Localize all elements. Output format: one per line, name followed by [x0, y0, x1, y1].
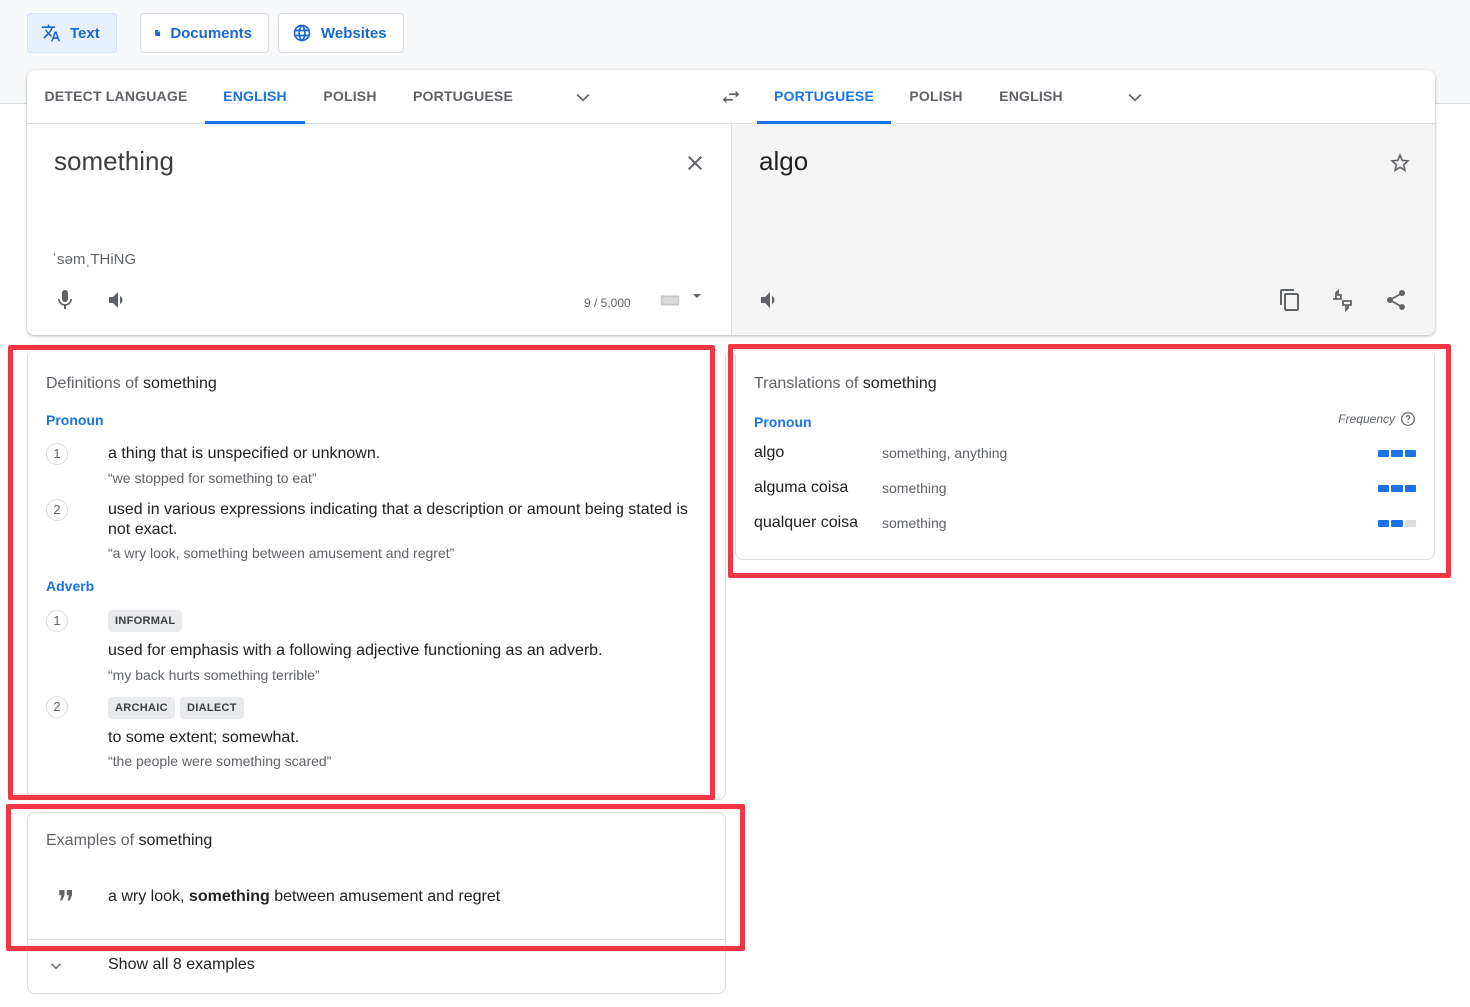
frequency-segment — [1404, 520, 1416, 527]
source-text-area[interactable]: something ˈsəmˌTHiNG 9 / 5,000 — [27, 124, 731, 335]
source-text-input[interactable]: something — [54, 146, 174, 177]
share-icon — [1387, 289, 1406, 310]
copy-translation-button[interactable] — [1278, 288, 1302, 312]
language-tabs: DETECT LANGUAGE ENGLISH POLISH PORTUGUES… — [27, 70, 1435, 124]
usage-tag-informal: INFORMAL — [108, 610, 183, 632]
frequency-bar — [1378, 485, 1416, 492]
definition-example: “my back hurts something terrible” — [108, 667, 320, 683]
frequency-bar — [1378, 520, 1416, 527]
definition-number: 2 — [46, 696, 68, 718]
definition-example: “a wry look, something between amusement… — [108, 545, 455, 561]
back-translation[interactable]: something — [882, 480, 947, 496]
show-all-examples-button[interactable]: Show all 8 examples — [28, 940, 725, 994]
definition-number: 1 — [46, 443, 68, 465]
frequency-segment — [1391, 520, 1403, 527]
keyboard-icon — [660, 295, 680, 306]
examples-title: Examples of something — [46, 832, 213, 849]
globe-icon — [293, 24, 311, 42]
listen-source-button[interactable] — [106, 288, 130, 312]
frequency-segment — [1378, 450, 1390, 457]
source-tab-english[interactable]: ENGLISH — [205, 70, 305, 124]
source-more-languages-chevron-icon[interactable] — [573, 87, 593, 107]
thumbs-up-down-icon — [1333, 288, 1352, 312]
mode-text-label: Text — [70, 24, 100, 42]
frequency-segment — [1378, 520, 1390, 527]
rate-translation-button[interactable] — [1330, 288, 1354, 312]
character-count: 9 / 5,000 — [584, 296, 631, 310]
speaker-icon — [109, 292, 123, 308]
copy-icon — [1280, 289, 1299, 311]
usage-tag-dialect: DIALECT — [180, 697, 244, 719]
mode-documents-label: Documents — [170, 24, 252, 42]
mode-websites-button[interactable]: Websites — [278, 13, 404, 53]
frequency-label-text: Frequency — [1338, 412, 1395, 426]
listen-translation-button[interactable] — [758, 288, 782, 312]
chevron-down-icon — [50, 963, 62, 970]
translations-title: Translations of something — [754, 375, 937, 392]
mode-websites-label: Websites — [321, 24, 387, 42]
definition-text: used in various expressions indicating t… — [108, 501, 688, 538]
translate-icon — [41, 24, 61, 42]
source-tab-portuguese[interactable]: PORTUGUESE — [395, 70, 531, 124]
show-all-examples-label: Show all 8 examples — [108, 956, 255, 973]
translations-card: Translations of something Pronoun Freque… — [735, 355, 1435, 560]
example-sentence: a wry look, something between amusement … — [108, 888, 501, 905]
input-tools-dropdown[interactable] — [691, 290, 703, 302]
definition-number: 1 — [46, 610, 68, 632]
speaker-icon — [761, 292, 775, 308]
usage-tag-archaic: ARCHAIC — [108, 697, 175, 719]
translation-word[interactable]: alguma coisa — [754, 479, 848, 497]
star-icon — [1390, 153, 1410, 172]
back-translation[interactable]: something — [882, 515, 947, 531]
clear-source-button[interactable] — [683, 151, 707, 175]
frequency-segment — [1404, 450, 1416, 457]
help-icon[interactable] — [1400, 411, 1416, 427]
pos-label-pronoun: Pronoun — [754, 414, 812, 430]
target-tab-english[interactable]: ENGLISH — [981, 70, 1081, 124]
frequency-segment — [1404, 485, 1416, 492]
frequency-segment — [1378, 485, 1390, 492]
document-icon — [155, 29, 161, 37]
frequency-bar — [1378, 450, 1416, 457]
definition-text: used for emphasis with a following adjec… — [108, 642, 603, 659]
save-translation-button[interactable] — [1388, 151, 1412, 175]
back-translation[interactable]: something, anything — [882, 445, 1007, 461]
definition-text: a thing that is unspecified or unknown. — [108, 445, 381, 462]
translation-word[interactable]: qualquer coisa — [754, 514, 858, 532]
definitions-title: Definitions of something — [46, 375, 217, 392]
definition-text: to some extent; somewhat. — [108, 729, 300, 746]
pos-label-adverb: Adverb — [46, 578, 95, 594]
translation-word[interactable]: algo — [754, 444, 784, 462]
swap-languages-icon[interactable] — [719, 86, 743, 108]
definition-example: “we stopped for something to eat” — [108, 470, 317, 486]
frequency-segment — [1391, 485, 1403, 492]
microphone-icon — [58, 290, 72, 309]
phonetic-transcription: ˈsəmˌTHiNG — [52, 251, 137, 268]
quote-icon — [59, 890, 72, 901]
target-tab-polish[interactable]: POLISH — [891, 70, 981, 124]
mode-documents-button[interactable]: Documents — [140, 13, 269, 53]
target-text-area: algo — [731, 124, 1435, 335]
mode-text-button[interactable]: Text — [27, 13, 117, 53]
source-tab-polish[interactable]: POLISH — [305, 70, 395, 124]
target-tab-portuguese[interactable]: PORTUGUESE — [757, 70, 891, 124]
share-translation-button[interactable] — [1384, 288, 1408, 312]
definition-example: “the people were something scared” — [108, 753, 332, 769]
definition-number: 2 — [46, 499, 68, 521]
source-tab-detect-language[interactable]: DETECT LANGUAGE — [27, 70, 205, 124]
examples-card: Examples of something a wry look, someth… — [27, 812, 726, 994]
input-tools-button[interactable] — [659, 290, 681, 310]
target-more-languages-chevron-icon[interactable] — [1125, 87, 1145, 107]
pos-label-pronoun: Pronoun — [46, 412, 104, 428]
translation-panel: DETECT LANGUAGE ENGLISH POLISH PORTUGUES… — [27, 70, 1435, 335]
definitions-card: Definitions of something Pronoun 1 a thi… — [27, 355, 726, 800]
frequency-label: Frequency — [1338, 411, 1416, 427]
caret-down-icon — [693, 294, 701, 298]
frequency-segment — [1391, 450, 1403, 457]
close-icon — [688, 156, 702, 170]
translated-text: algo — [759, 146, 809, 176]
voice-input-button[interactable] — [53, 288, 77, 312]
